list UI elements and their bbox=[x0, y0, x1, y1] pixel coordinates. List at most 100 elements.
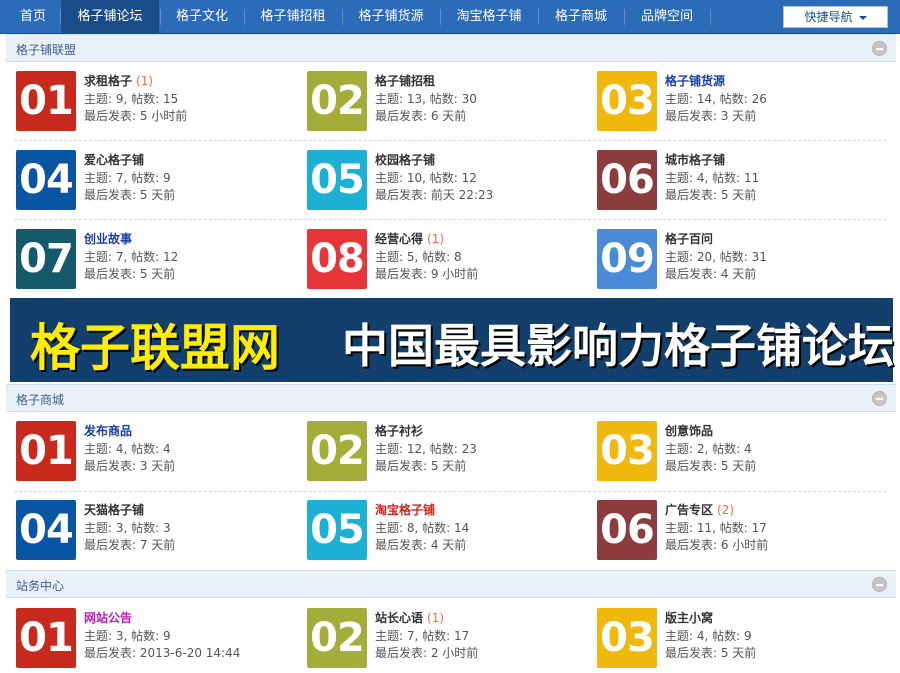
forum-number-tile[interactable]: 04 bbox=[16, 150, 76, 210]
forum-last-post[interactable]: 最后发表: 前天 22:23 bbox=[375, 186, 493, 203]
new-post-count: (2) bbox=[717, 503, 735, 517]
forum-last-post[interactable]: 最后发表: 5 天前 bbox=[84, 265, 175, 282]
forum-name-link[interactable]: 天猫格子铺 bbox=[84, 503, 144, 517]
forum-cell: 03 创意饰品 主题: 2, 帖数: 4 最后发表: 5 天前 bbox=[597, 421, 867, 483]
forum-name-link[interactable]: 经营心得 bbox=[375, 232, 423, 246]
forum-name-link[interactable]: 格子铺招租 bbox=[375, 74, 435, 88]
forum-number-tile[interactable]: 06 bbox=[597, 500, 657, 560]
forum-name-link[interactable]: 爱心格子铺 bbox=[84, 153, 144, 167]
forum-last-post[interactable]: 最后发表: 5 天前 bbox=[665, 186, 756, 203]
forum-last-post[interactable]: 最后发表: 9 小时前 bbox=[375, 265, 478, 282]
forum-last-post[interactable]: 最后发表: 5 天前 bbox=[84, 186, 175, 203]
forum-number-tile[interactable]: 09 bbox=[597, 229, 657, 289]
forum-number-tile[interactable]: 02 bbox=[307, 421, 367, 481]
forum-number: 05 bbox=[310, 157, 365, 203]
forum-last-post[interactable]: 最后发表: 3 天前 bbox=[665, 107, 756, 124]
forum-name-row: 格子铺货源 bbox=[665, 72, 725, 89]
forum-stats: 主题: 3, 帖数: 9 bbox=[84, 629, 171, 643]
forum-stats: 主题: 4, 帖数: 11 bbox=[665, 171, 760, 185]
nav-item-rental[interactable]: 格子铺招租 bbox=[245, 0, 341, 34]
forum-name-link[interactable]: 城市格子铺 bbox=[665, 153, 725, 167]
forum-name-link[interactable]: 创意饰品 bbox=[665, 424, 713, 438]
forum-last-post[interactable]: 最后发表: 3 天前 bbox=[84, 457, 175, 474]
quick-nav-button[interactable]: 快捷导航 bbox=[783, 6, 888, 28]
forum-name-link[interactable]: 创业故事 bbox=[84, 232, 132, 246]
forum-number-tile[interactable]: 06 bbox=[597, 150, 657, 210]
nav-item-mall[interactable]: 格子商城 bbox=[539, 0, 623, 34]
new-post-count: (1) bbox=[427, 611, 445, 625]
forum-name-link[interactable]: 广告专区 bbox=[665, 503, 713, 517]
forum-name-row: 广告专区 (2) bbox=[665, 501, 734, 518]
forum-number-tile[interactable]: 02 bbox=[307, 608, 367, 668]
forum-stats: 主题: 3, 帖数: 3 bbox=[84, 521, 171, 535]
forum-number-tile[interactable]: 02 bbox=[307, 71, 367, 131]
forum-last-post[interactable]: 最后发表: 5 天前 bbox=[665, 457, 756, 474]
nav-item-supply[interactable]: 格子铺货源 bbox=[343, 0, 439, 34]
forum-last-post[interactable]: 最后发表: 5 天前 bbox=[375, 457, 466, 474]
forum-number-tile[interactable]: 07 bbox=[16, 229, 76, 289]
forum-name-row: 经营心得 (1) bbox=[375, 230, 444, 247]
forum-last-post[interactable]: 最后发表: 5 小时前 bbox=[84, 107, 187, 124]
forum-number-tile[interactable]: 03 bbox=[597, 608, 657, 668]
forum-number-tile[interactable]: 01 bbox=[16, 608, 76, 668]
forum-last-post[interactable]: 最后发表: 2 小时前 bbox=[375, 644, 478, 661]
forum-number-tile[interactable]: 04 bbox=[16, 500, 76, 560]
forum-cell: 04 天猫格子铺主题: 3, 帖数: 3 最后发表: 7 天前 bbox=[16, 500, 286, 562]
forum-last-post[interactable]: 最后发表: 4 天前 bbox=[665, 265, 756, 282]
forum-last-post[interactable]: 最后发表: 5 天前 bbox=[665, 644, 756, 661]
nav-item-taobao[interactable]: 淘宝格子铺 bbox=[441, 0, 537, 34]
top-navigation: 首页 格子铺论坛 格子文化 格子铺招租 格子铺货源 淘宝格子铺 格子商城 品牌空… bbox=[0, 0, 900, 34]
forum-name-link[interactable]: 网站公告 bbox=[84, 611, 132, 625]
forum-name-row: 格子百问 bbox=[665, 230, 713, 247]
forum-name-row: 网站公告 bbox=[84, 609, 132, 626]
forum-name-link[interactable]: 站长心语 bbox=[375, 611, 423, 625]
forum-number-tile[interactable]: 08 bbox=[307, 229, 367, 289]
forum-cell: 02 格子衬衫主题: 12, 帖数: 23 最后发表: 5 天前 bbox=[307, 421, 577, 483]
forum-number: 01 bbox=[19, 615, 74, 661]
forum-name-link[interactable]: 校园格子铺 bbox=[375, 153, 435, 167]
forum-cell: 06 城市格子铺主题: 4, 帖数: 11 最后发表: 5 天前 bbox=[597, 150, 867, 212]
forum-number-tile[interactable]: 01 bbox=[16, 71, 76, 131]
forum-name-link[interactable]: 发布商品 bbox=[84, 424, 132, 438]
banner-slogan-text: 中国最具影响力格子铺论坛 bbox=[342, 319, 894, 373]
nav-item-brand[interactable]: 品牌空间 bbox=[625, 0, 709, 34]
forum-name-link[interactable]: 格子百问 bbox=[665, 232, 713, 246]
forum-name-link[interactable]: 版主小窝 bbox=[665, 611, 713, 625]
forum-number: 01 bbox=[19, 428, 74, 474]
nav-item-home[interactable]: 首页 bbox=[8, 0, 58, 34]
nav-item-forum[interactable]: 格子铺论坛 bbox=[61, 0, 159, 34]
forum-name-link[interactable]: 求租格子 bbox=[84, 74, 132, 88]
forum-cell: 01 发布商品 主题: 4, 帖数: 4 最后发表: 3 天前 bbox=[16, 421, 286, 483]
forum-number-tile[interactable]: 03 bbox=[597, 71, 657, 131]
forum-number: 07 bbox=[19, 236, 74, 282]
forum-last-post[interactable]: 最后发表: 4 天前 bbox=[375, 536, 466, 553]
section-header-mall: 格子商城 bbox=[6, 384, 896, 412]
forum-name-link[interactable]: 淘宝格子铺 bbox=[375, 503, 435, 517]
row-divider bbox=[14, 219, 886, 220]
collapse-icon[interactable] bbox=[872, 577, 887, 592]
forum-number-tile[interactable]: 03 bbox=[597, 421, 657, 481]
forum-name-row: 城市格子铺 bbox=[665, 151, 725, 168]
collapse-icon[interactable] bbox=[872, 41, 887, 56]
collapse-icon[interactable] bbox=[872, 391, 887, 406]
forum-number: 09 bbox=[600, 236, 655, 282]
forum-stats: 主题: 4, 帖数: 9 bbox=[665, 629, 752, 643]
forum-number-tile[interactable]: 01 bbox=[16, 421, 76, 481]
forum-cell: 01 网站公告主题: 3, 帖数: 9 最后发表: 2013-6-20 14:44 bbox=[16, 608, 286, 670]
forum-number: 04 bbox=[19, 157, 74, 203]
forum-stats: 主题: 7, 帖数: 12 bbox=[84, 250, 179, 264]
forum-cell: 01 求租格子 (1) 主题: 9, 帖数: 15 最后发表: 5 小时前 bbox=[16, 71, 286, 133]
forum-name-link[interactable]: 格子衬衫 bbox=[375, 424, 423, 438]
forum-last-post[interactable]: 最后发表: 2013-6-20 14:44 bbox=[84, 644, 240, 661]
forum-stats: 主题: 9, 帖数: 15 bbox=[84, 92, 179, 106]
forum-number: 05 bbox=[310, 507, 365, 553]
forum-name-link[interactable]: 格子铺货源 bbox=[665, 74, 725, 88]
forum-last-post[interactable]: 最后发表: 6 天前 bbox=[375, 107, 466, 124]
forum-last-post[interactable]: 最后发表: 7 天前 bbox=[84, 536, 175, 553]
forum-number-tile[interactable]: 05 bbox=[307, 500, 367, 560]
forum-last-post[interactable]: 最后发表: 6 小时前 bbox=[665, 536, 768, 553]
forum-stats: 主题: 12, 帖数: 23 bbox=[375, 442, 477, 456]
forum-number-tile[interactable]: 05 bbox=[307, 150, 367, 210]
nav-item-culture[interactable]: 格子文化 bbox=[161, 0, 243, 34]
forum-number: 06 bbox=[600, 157, 655, 203]
